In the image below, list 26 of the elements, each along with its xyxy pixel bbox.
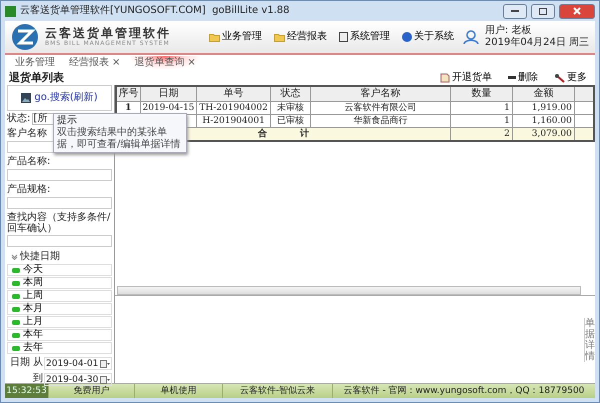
table-cell: 1,919.00 xyxy=(512,102,574,114)
field-label: 客户名称 xyxy=(7,128,47,140)
section-title: 快捷日期 xyxy=(20,251,60,263)
current-date: 2019年04月24日 周三 xyxy=(484,37,589,49)
status-text: 云客软件 - 官网：www.yungosoft.com，QQ：18779500 xyxy=(342,384,586,398)
field-label: 查找内容（支持多条件/回车确认） xyxy=(7,212,112,234)
field-label: 产品规格: xyxy=(7,184,50,196)
table-cell: TH-201904002 xyxy=(196,102,270,114)
table-cell: 未审核 xyxy=(270,102,310,114)
field-label: 状态: xyxy=(7,113,30,125)
table-cell: 云客软件有限公司 xyxy=(310,102,450,114)
status-text: 免费用户 xyxy=(49,384,135,398)
logo-title: 云客送货单管理软件 xyxy=(45,26,172,40)
total-label: 合 计 xyxy=(258,129,309,139)
page-title: 退货单列表 xyxy=(9,72,64,84)
tooltip-text: 双击搜索结果中的某张单据，即可查看/编辑单据详情 xyxy=(57,127,182,151)
field-label: 到 xyxy=(33,373,43,385)
table-cell: 1 xyxy=(450,102,512,114)
field-label: 产品名称: xyxy=(7,156,50,168)
status-text: 单机使用 xyxy=(135,384,223,398)
field-label: 日期 从 xyxy=(10,357,43,369)
status-text: 15:32:53 xyxy=(5,384,49,398)
tooltip-title: 提示 xyxy=(57,115,78,126)
status-text: 云客软件-智似云来 xyxy=(223,384,333,398)
user-name: 用户: 老板 xyxy=(484,25,532,37)
window-title: 云客送货单管理软件[YUNGOSOFT.COM] goBillLite v1.88 xyxy=(20,5,291,17)
